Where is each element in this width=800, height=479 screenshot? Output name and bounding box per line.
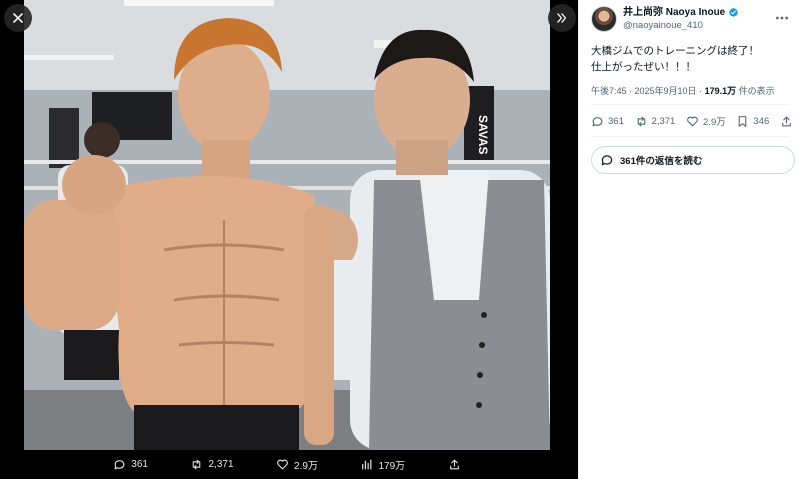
- viewer-like-count: 2.9万: [294, 461, 318, 472]
- display-name[interactable]: 井上尚弥 Naoya Inoue: [623, 6, 725, 19]
- viewer-like-button[interactable]: 2.9万: [276, 457, 318, 472]
- repost-button[interactable]: 2,371: [635, 115, 676, 128]
- tweet-timestamp[interactable]: 午後7:45 · 2025年9月10日 ·: [591, 86, 705, 96]
- share-icon: [782, 116, 791, 126]
- tweet-text-line-1: 大橋ジムでのトレーニングは終了！: [591, 45, 759, 57]
- reply-icon: [114, 460, 125, 470]
- handle[interactable]: @naoyainoue_410: [623, 19, 739, 32]
- like-button[interactable]: 2.9万: [686, 114, 726, 128]
- tweet-text: 大橋ジムでのトレーニングは終了！ 仕上がったぜい！！！: [591, 43, 759, 75]
- share-button[interactable]: [780, 115, 793, 128]
- tweet-panel: 井上尚弥 Naoya Inoue @naoyainoue_410 大橋ジムでのト…: [578, 0, 800, 479]
- repost-count: 2,371: [651, 115, 676, 127]
- bookmark-icon: [739, 115, 747, 127]
- reply-count: 361: [608, 115, 624, 127]
- viewer-repost-count: 2,371: [208, 459, 234, 470]
- divider: [591, 104, 789, 105]
- read-replies-label: 361件の返信を読む: [620, 156, 703, 167]
- photo-banner-text: SAVAS: [476, 115, 490, 155]
- tweet-text-line-2: 仕上がったぜい！！！: [591, 61, 696, 73]
- media-viewer: SAVAS 361 2,371 2.9万 179万: [0, 0, 578, 479]
- collapse-icon: [557, 13, 567, 23]
- author-names: 井上尚弥 Naoya Inoue @naoyainoue_410: [623, 6, 739, 32]
- more-icon[interactable]: [774, 10, 790, 26]
- viewer-reply-count: 361: [131, 459, 148, 470]
- close-icon: [13, 13, 23, 23]
- viewer-action-bar: 361 2,371 2.9万 179万: [24, 450, 550, 479]
- views-icon: [362, 459, 372, 470]
- repost-icon: [637, 116, 645, 126]
- reply-icon: [601, 155, 613, 166]
- viewer-share-button[interactable]: [448, 458, 461, 471]
- display-name-row: 井上尚弥 Naoya Inoue: [623, 6, 739, 19]
- reply-button[interactable]: 361: [591, 115, 624, 128]
- views-count: 179.1万: [704, 86, 737, 96]
- close-button[interactable]: [4, 4, 32, 32]
- photo-illustration: SAVAS: [24, 0, 550, 450]
- viewer-views-count: 179万: [378, 461, 406, 472]
- viewer-reply-button[interactable]: 361: [113, 458, 148, 471]
- verified-icon: [729, 7, 739, 18]
- avatar[interactable]: [591, 6, 617, 32]
- collapse-panel-button[interactable]: [548, 4, 576, 32]
- viewer-views-button[interactable]: 179万: [360, 457, 405, 472]
- repost-icon: [193, 459, 201, 470]
- divider: [591, 136, 789, 137]
- tweet-meta: 午後7:45 · 2025年9月10日 · 179.1万 件の表示: [591, 84, 775, 97]
- like-icon: [687, 116, 698, 126]
- read-replies-button[interactable]: 361件の返信を読む: [591, 146, 795, 174]
- bookmark-button[interactable]: 346: [736, 115, 769, 128]
- share-icon: [449, 459, 459, 470]
- bookmark-count: 346: [753, 115, 770, 127]
- like-count: 2.9万: [703, 117, 726, 128]
- like-icon: [277, 459, 288, 470]
- tweet-photo[interactable]: SAVAS: [24, 0, 550, 450]
- viewer-repost-button[interactable]: 2,371: [190, 458, 234, 471]
- views-label: 件の表示: [736, 86, 775, 96]
- tweet-author[interactable]: 井上尚弥 Naoya Inoue @naoyainoue_410: [591, 6, 739, 32]
- tweet-action-bar: 361 2,371 2.9万 346: [591, 114, 793, 128]
- reply-icon: [592, 116, 603, 126]
